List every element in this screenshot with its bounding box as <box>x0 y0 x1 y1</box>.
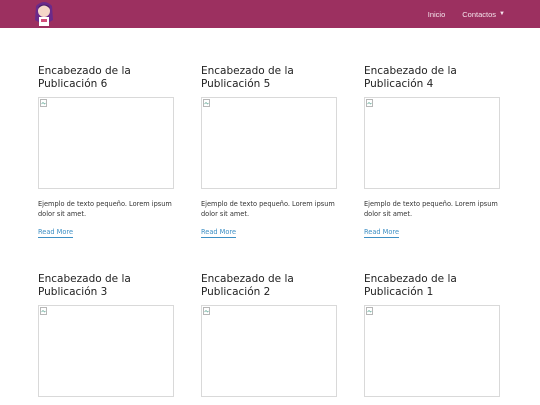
nav-dropdown-contactos[interactable]: Contactos ▼ <box>462 10 505 19</box>
post-excerpt: Ejemplo de texto pequeño. Lorem ipsum do… <box>38 200 172 218</box>
nav-link-inicio-label: Inicio <box>427 9 446 19</box>
read-more-link[interactable]: Read More <box>201 228 237 238</box>
post-image[interactable] <box>201 97 337 189</box>
read-more-link[interactable]: Read More <box>364 228 400 238</box>
post-card: Encabezado de la Publicación 4 Ejemplo d… <box>364 65 502 245</box>
broken-image-icon <box>203 307 210 315</box>
post-image[interactable] <box>201 305 337 397</box>
post-image[interactable] <box>364 97 500 189</box>
post-card: Encabezado de la Publicación 3 <box>38 273 176 403</box>
post-image[interactable] <box>364 305 500 397</box>
chevron-down-icon: ▼ <box>499 11 505 17</box>
read-more-link[interactable]: Read More <box>38 228 74 238</box>
top-navbar: Inicio Contactos ▼ <box>0 0 540 28</box>
post-excerpt: Ejemplo de texto pequeño. Lorem ipsum do… <box>364 200 498 218</box>
broken-image-icon <box>203 99 210 107</box>
nav-link-inicio[interactable]: Inicio <box>428 10 446 19</box>
post-title[interactable]: Encabezado de la Publicación 1 <box>364 273 502 299</box>
post-image[interactable] <box>38 305 174 397</box>
post-title[interactable]: Encabezado de la Publicación 3 <box>38 273 176 299</box>
post-card: Encabezado de la Publicación 5 Ejemplo d… <box>201 65 339 245</box>
site-logo[interactable] <box>33 0 55 28</box>
post-excerpt: Ejemplo de texto pequeño. Lorem ipsum do… <box>201 200 335 218</box>
nav-link-contactos-label: Contactos <box>462 9 497 19</box>
post-title[interactable]: Encabezado de la Publicación 4 <box>364 65 502 91</box>
post-card: Encabezado de la Publicación 6 Ejemplo d… <box>38 65 176 245</box>
post-title[interactable]: Encabezado de la Publicación 5 <box>201 65 339 91</box>
broken-image-icon <box>366 99 373 107</box>
post-card: Encabezado de la Publicación 2 <box>201 273 339 403</box>
post-card: Encabezado de la Publicación 1 <box>364 273 502 403</box>
post-title[interactable]: Encabezado de la Publicación 6 <box>38 65 176 91</box>
broken-image-icon <box>40 307 47 315</box>
broken-image-icon <box>366 307 373 315</box>
post-title[interactable]: Encabezado de la Publicación 2 <box>201 273 339 299</box>
post-image[interactable] <box>38 97 174 189</box>
broken-image-icon <box>40 99 47 107</box>
